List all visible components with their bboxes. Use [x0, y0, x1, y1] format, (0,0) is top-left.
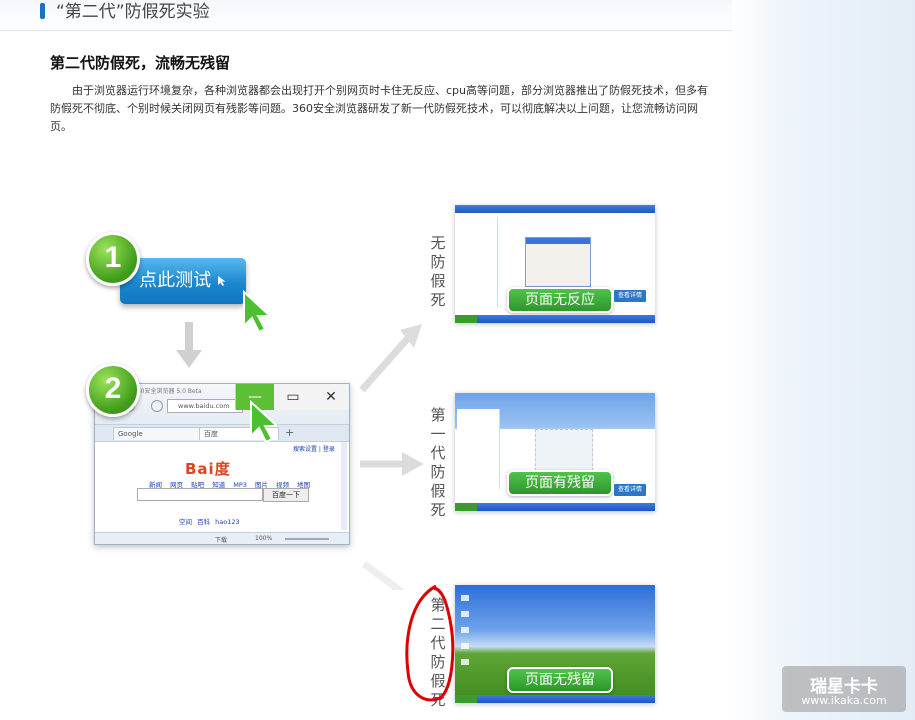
- xp-titlebar: [455, 205, 655, 213]
- watermark-url: www.ikaka.com: [801, 694, 887, 707]
- screenshot-no-residue: 页面无残留: [455, 585, 655, 703]
- down-arrow-icon: [176, 322, 202, 368]
- result-arrows: [359, 324, 424, 590]
- section-heading: 第二代防假死，流畅无残留: [50, 54, 231, 72]
- decorative-side-panel: [732, 0, 915, 720]
- baidu-search-button[interactable]: 百度一下: [263, 488, 309, 502]
- xp-taskbar: [455, 315, 655, 323]
- tab-google[interactable]: Google: [113, 427, 201, 440]
- ghost-window-mock: [535, 429, 593, 471]
- step-2-badge: 2: [86, 363, 140, 417]
- xp-taskbar: [455, 503, 655, 511]
- green-pointer-icon: [243, 290, 273, 334]
- status-download[interactable]: 下载: [215, 535, 227, 544]
- new-tab-icon[interactable]: +: [285, 426, 294, 439]
- detail-button[interactable]: 查看详情: [613, 483, 647, 497]
- baidu-logo: Bai度: [185, 460, 231, 478]
- close-button[interactable]: ✕: [312, 384, 349, 410]
- scrollbar[interactable]: [341, 442, 347, 530]
- xp-start-button: [455, 315, 477, 323]
- page-title: “第二代”防假死实验: [56, 2, 210, 22]
- label-gen1: 第一代防假死: [430, 406, 446, 519]
- badge-residue: 页面有残留: [507, 470, 613, 496]
- refresh-icon[interactable]: [151, 400, 163, 412]
- badge-no-response: 页面无反应: [507, 287, 613, 313]
- dialog-titlebar: [526, 238, 590, 244]
- baidu-search-input[interactable]: [137, 488, 263, 501]
- step-1-badge: 1: [86, 232, 140, 286]
- sidebar-mock: [457, 409, 500, 489]
- green-pointer-icon: [250, 400, 277, 444]
- address-url: www.baidu.com: [178, 402, 230, 410]
- maximize-button[interactable]: ▭: [274, 384, 312, 410]
- xp-start-button: [455, 695, 477, 703]
- watermark: 瑞星卡卡 www.ikaka.com: [782, 666, 906, 712]
- badge-no-residue: 页面无残留: [507, 667, 613, 693]
- baidu-links[interactable]: 空间 百科 hao123: [179, 516, 240, 526]
- status-zoom[interactable]: 100%: [255, 535, 272, 542]
- test-button-label: 点此测试: [139, 270, 212, 291]
- intro-paragraph: 由于浏览器运行环境复杂，各种浏览器都会出现打开个别网页时卡住无反应、cpu高等问…: [50, 84, 708, 133]
- browser-title: 360安全浏览器 5.0 Beta: [133, 388, 202, 395]
- dialog-mock: [525, 237, 591, 287]
- sidebar-mock: [457, 217, 498, 307]
- screenshot-residue: 页面有残留 查看详情: [455, 393, 655, 511]
- xp-taskbar: [455, 695, 655, 703]
- baidu-top-links[interactable]: 搜索设置 | 登录: [293, 444, 335, 453]
- xp-start-button: [455, 503, 477, 511]
- browser-status-bar: 下载 100%: [95, 532, 349, 544]
- tab-bar: Google 百度 +: [95, 424, 349, 442]
- address-bar[interactable]: www.baidu.com: [167, 399, 243, 413]
- desktop-icons: [461, 595, 469, 675]
- screenshot-no-response: 页面无反应 查看详情: [455, 205, 655, 323]
- zoom-slider[interactable]: [285, 538, 329, 540]
- detail-button[interactable]: 查看详情: [613, 289, 647, 303]
- cursor-icon: [217, 276, 226, 286]
- red-annotation-circle: [405, 584, 455, 702]
- label-no-protection: 无防假死: [430, 234, 446, 309]
- header-marker-icon: [40, 3, 45, 19]
